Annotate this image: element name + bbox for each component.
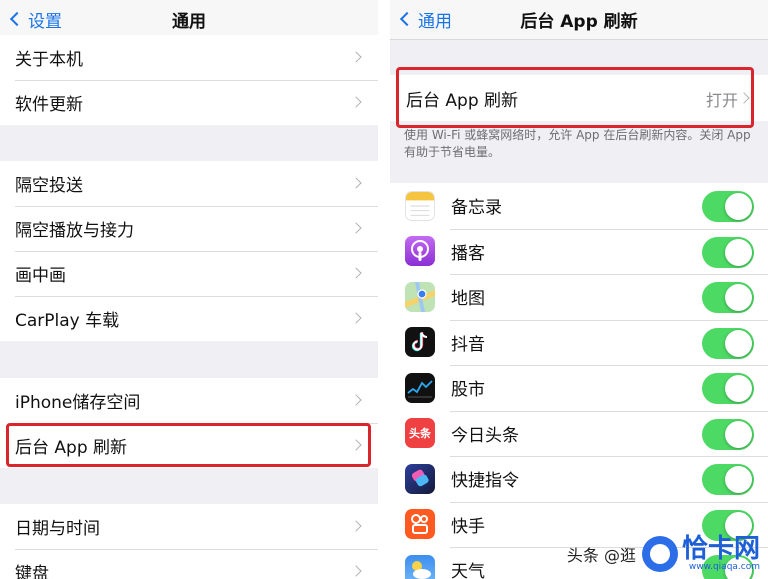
toggle-switch[interactable] (702, 327, 754, 359)
background-app-refresh-panel: 通用 后台 App 刷新 后台 App 刷新 打开 使用 Wi-Fi 或蜂窝网络… (390, 0, 768, 579)
douyin-icon (405, 327, 435, 358)
settings-row-software-update[interactable]: 软件更新 (0, 80, 378, 125)
chevron-right-icon (350, 267, 362, 279)
row-label: 关于本机 (15, 50, 83, 70)
watermark: 头条 @逛 恰卡网 www.qiaqa.com (508, 529, 768, 579)
row-label: iPhone储存空间 (15, 393, 141, 413)
row-label: CarPlay 车载 (15, 311, 120, 331)
stocks-icon (405, 372, 435, 403)
settings-row-background-app-refresh[interactable]: 后台 App 刷新 (0, 423, 378, 468)
weather-icon (405, 554, 435, 579)
nav-bar: 通用 后台 App 刷新 (390, 0, 768, 40)
row-label: 后台 App 刷新 (406, 90, 519, 111)
row-label: 键盘 (15, 564, 49, 579)
app-name: 抖音 (451, 334, 485, 355)
settings-row-date-time[interactable]: 日期与时间 (0, 504, 378, 549)
toggle-switch[interactable] (702, 282, 754, 313)
app-name: 备忘录 (451, 198, 502, 219)
app-list: 备忘录 播客 地图 抖音 股市 头条 今日头条 快捷指令 快手 天气 (390, 183, 768, 579)
settings-row-airplay-handoff[interactable]: 隔空播放与接力 (0, 206, 378, 251)
app-row-stocks: 股市 (390, 365, 768, 411)
back-button[interactable]: 通用 (398, 7, 452, 32)
app-name: 播客 (451, 243, 485, 264)
footnote: 使用 Wi-Fi 或蜂窝网络时，允许 App 在后台刷新内容。关闭 App 有助… (404, 128, 751, 159)
notes-icon (405, 190, 435, 221)
chevron-left-icon (399, 11, 415, 27)
settings-group-about: 关于本机 软件更新 (0, 35, 378, 125)
app-row-shortcuts: 快捷指令 (390, 456, 768, 502)
chevron-right-icon (350, 394, 362, 406)
app-name: 今日头条 (451, 425, 519, 446)
app-row-notes: 备忘录 (390, 183, 768, 229)
app-name: 天气 (451, 562, 485, 579)
toggle-switch[interactable] (702, 464, 754, 495)
maps-icon (405, 281, 435, 312)
settings-row-airdrop[interactable]: 隔空投送 (0, 161, 378, 206)
settings-row-about[interactable]: 关于本机 (0, 35, 378, 80)
row-label: 画中画 (15, 266, 66, 286)
app-name: 地图 (451, 289, 485, 310)
chevron-left-icon (9, 11, 25, 27)
podcasts-icon (405, 236, 435, 267)
settings-group-datetime: 日期与时间 键盘 (0, 504, 378, 579)
toggle-switch[interactable] (702, 418, 754, 450)
toutiao-icon-text: 头条 (409, 427, 431, 441)
settings-row-picture-in-picture[interactable]: 画中画 (0, 251, 378, 296)
toggle-switch[interactable] (702, 191, 754, 222)
app-name: 快手 (451, 516, 485, 537)
toutiao-icon: 头条 (405, 418, 435, 449)
app-row-douyin: 抖音 (390, 319, 768, 366)
toggle-switch[interactable] (702, 236, 754, 268)
settings-row-carplay[interactable]: CarPlay 车载 (0, 296, 378, 341)
chevron-right-icon (350, 51, 362, 63)
row-label: 日期与时间 (15, 519, 100, 539)
watermark-domain: www.qiaqa.com (688, 562, 760, 572)
watermark-logo-icon (641, 536, 678, 572)
background-refresh-setting[interactable]: 后台 App 刷新 打开 (390, 75, 768, 121)
back-label: 设置 (28, 11, 62, 32)
back-label: 通用 (418, 11, 452, 32)
general-settings-panel: 设置 通用 关于本机 软件更新 隔空投送 隔空播放与接力 画中画 CarPlay… (0, 0, 378, 579)
kuaishou-icon (405, 509, 435, 540)
chevron-right-icon (350, 96, 362, 108)
toggle-switch[interactable] (702, 373, 754, 404)
refresh-value: 打开 (705, 91, 738, 110)
chevron-right-icon (738, 92, 750, 104)
app-name: 股市 (451, 380, 485, 401)
app-row-maps: 地图 (390, 274, 768, 320)
chevron-right-icon (350, 177, 362, 189)
shortcuts-icon (405, 463, 435, 494)
watermark-brand: 恰卡网 (681, 534, 760, 564)
settings-group-storage: iPhone储存空间 后台 App 刷新 (0, 378, 378, 468)
settings-group-connectivity: 隔空投送 隔空播放与接力 画中画 CarPlay 车载 (0, 161, 378, 341)
nav-bar: 设置 通用 (0, 0, 378, 40)
row-label: 后台 App 刷新 (15, 438, 128, 458)
settings-row-keyboard[interactable]: 键盘 (0, 549, 378, 579)
chevron-right-icon (350, 439, 362, 451)
app-row-toutiao: 头条 今日头条 (390, 410, 768, 457)
watermark-brand-block: 恰卡网 www.qiaqa.com (682, 536, 760, 572)
watermark-prefix: 头条 @逛 (566, 546, 636, 565)
chevron-right-icon (350, 565, 362, 577)
settings-row-iphone-storage[interactable]: iPhone储存空间 (0, 378, 378, 423)
row-label: 隔空播放与接力 (15, 221, 134, 241)
app-name: 快捷指令 (451, 471, 519, 492)
row-label: 软件更新 (15, 95, 83, 115)
chevron-right-icon (350, 520, 362, 532)
app-row-podcasts: 播客 (390, 228, 768, 275)
row-label: 隔空投送 (15, 176, 83, 196)
chevron-right-icon (350, 222, 362, 234)
back-button[interactable]: 设置 (8, 7, 62, 32)
chevron-right-icon (350, 312, 362, 324)
